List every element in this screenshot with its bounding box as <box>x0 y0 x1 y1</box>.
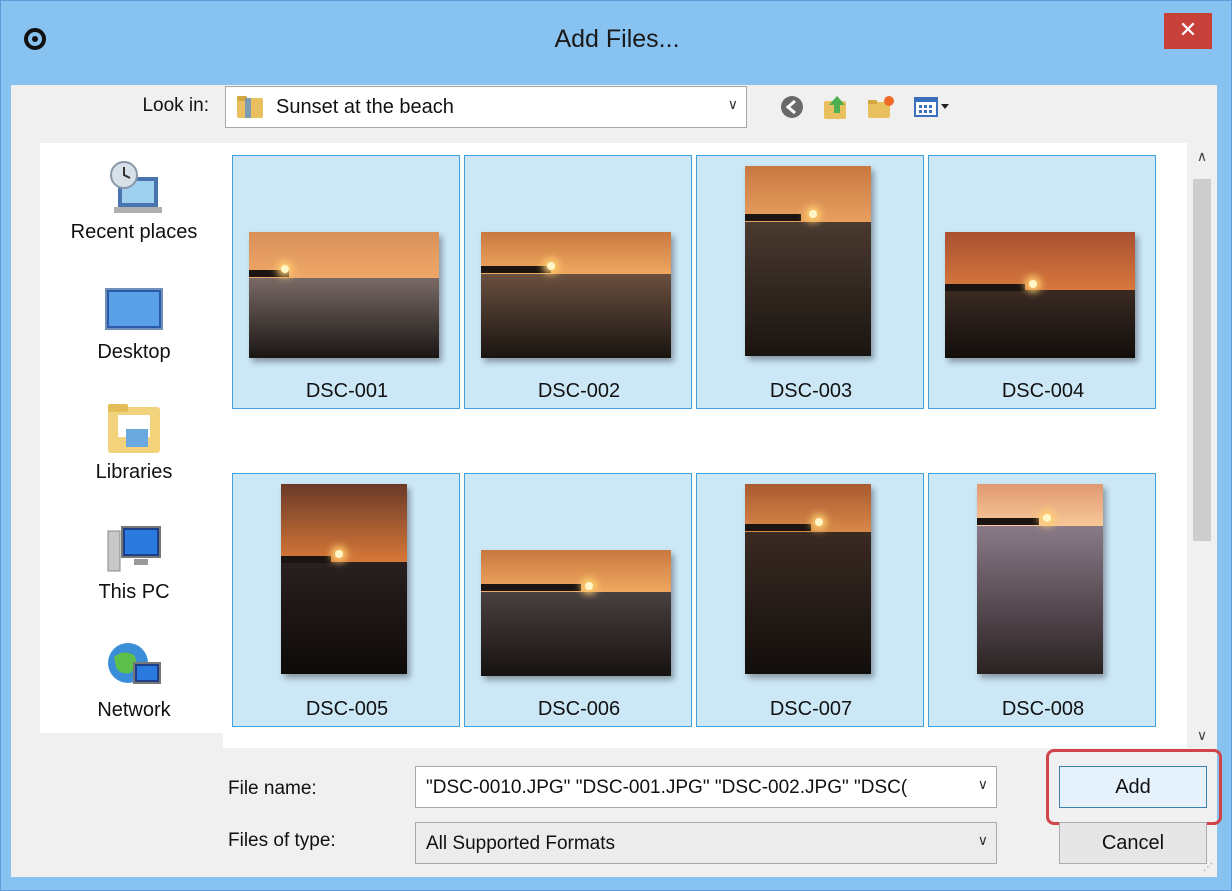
new-folder-icon[interactable] <box>866 93 896 121</box>
resize-grip-icon[interactable]: ⋰ <box>1203 862 1213 873</box>
place-this-pc[interactable]: This PC <box>40 521 228 604</box>
thumbnail-image <box>481 550 671 676</box>
scrollbar-thumb[interactable] <box>1193 179 1211 541</box>
scroll-up-icon[interactable]: ∧ <box>1187 149 1217 165</box>
file-type-value: All Supported Formats <box>426 833 616 854</box>
file-name-label-text: File name: <box>228 778 317 799</box>
thumbnail-image <box>745 166 871 356</box>
file-type-label-text: Files of type: <box>228 830 336 851</box>
file-name-label: DSC-005 <box>305 698 389 720</box>
up-folder-icon[interactable] <box>821 93 851 121</box>
cancel-button[interactable]: Cancel <box>1059 822 1207 864</box>
back-icon[interactable] <box>777 93 807 121</box>
file-item-dsc-004[interactable]: DSC-004 <box>928 155 1156 409</box>
file-list: DSC-001 DSC-002 DSC-003 DSC-004 DSC-005 … <box>223 143 1217 748</box>
add-files-dialog: Add Files... ✕ Look in: Sunset at the be… <box>0 0 1232 891</box>
file-item-dsc-006[interactable]: DSC-006 <box>464 473 692 727</box>
thumbnail-image <box>249 232 439 358</box>
chevron-down-icon: ∨ <box>727 97 738 113</box>
file-item-dsc-001[interactable]: DSC-001 <box>232 155 460 409</box>
title-bar: Add Files... ✕ <box>1 1 1232 85</box>
thumbnail-image <box>977 484 1103 674</box>
window-title: Add Files... <box>554 25 680 53</box>
folder-icon <box>237 96 263 118</box>
dialog-body: Look in: Sunset at the beach ∨ Recent pl… <box>11 85 1222 877</box>
chevron-down-icon[interactable]: ∨ <box>978 777 988 793</box>
scroll-down-icon[interactable]: ∨ <box>1187 728 1217 744</box>
this-pc-icon <box>107 526 161 572</box>
libraries-icon <box>108 404 160 453</box>
chevron-down-icon: ∨ <box>977 833 988 849</box>
place-label: Network <box>97 699 171 721</box>
look-in-dropdown[interactable]: Sunset at the beach ∨ <box>225 86 747 128</box>
place-recent-places[interactable]: Recent places <box>40 157 228 244</box>
place-label: Desktop <box>97 341 171 363</box>
file-item-dsc-003[interactable]: DSC-003 <box>696 155 924 409</box>
file-name-label: DSC-004 <box>1001 380 1085 402</box>
file-item-dsc-005[interactable]: DSC-005 <box>232 473 460 727</box>
file-name-label: DSC-006 <box>537 698 621 720</box>
recent-places-icon <box>110 161 162 213</box>
look-in-label: Look in: <box>142 95 209 116</box>
file-name-label: DSC-001 <box>305 380 389 402</box>
file-name-label: DSC-002 <box>537 380 621 402</box>
add-button[interactable]: Add <box>1059 766 1207 808</box>
view-menu-icon[interactable] <box>913 93 953 121</box>
file-item-dsc-002[interactable]: DSC-002 <box>464 155 692 409</box>
look-in-value: Sunset at the beach <box>276 96 454 118</box>
place-desktop[interactable]: Desktop <box>40 285 228 364</box>
desktop-icon <box>105 288 163 330</box>
close-button[interactable]: ✕ <box>1164 13 1212 49</box>
places-bar: Recent places Desktop Libraries This PC … <box>40 143 228 733</box>
thumbnail-image <box>481 232 671 358</box>
place-label: Libraries <box>95 461 173 483</box>
vertical-scrollbar[interactable]: ∧ ∨ <box>1187 143 1217 748</box>
file-type-dropdown[interactable]: All Supported Formats ∨ <box>415 822 997 864</box>
file-name-label: DSC-007 <box>769 698 853 720</box>
file-name-label: DSC-003 <box>769 380 853 402</box>
file-item-dsc-008[interactable]: DSC-008 <box>928 473 1156 727</box>
file-item-dsc-007[interactable]: DSC-007 <box>696 473 924 727</box>
file-name-label: DSC-008 <box>1001 698 1085 720</box>
file-name-input[interactable]: "DSC-0010.JPG" "DSC-001.JPG" "DSC-002.JP… <box>415 766 997 808</box>
network-icon <box>108 643 161 684</box>
thumbnail-image <box>745 484 871 674</box>
file-name-value: "DSC-0010.JPG" "DSC-001.JPG" "DSC-002.JP… <box>426 777 908 798</box>
place-label: This PC <box>98 581 170 603</box>
place-network[interactable]: Network <box>40 639 228 722</box>
place-label: Recent places <box>70 221 198 243</box>
thumbnail-image <box>281 484 407 674</box>
place-libraries[interactable]: Libraries <box>40 401 228 484</box>
thumbnail-image <box>945 232 1135 358</box>
